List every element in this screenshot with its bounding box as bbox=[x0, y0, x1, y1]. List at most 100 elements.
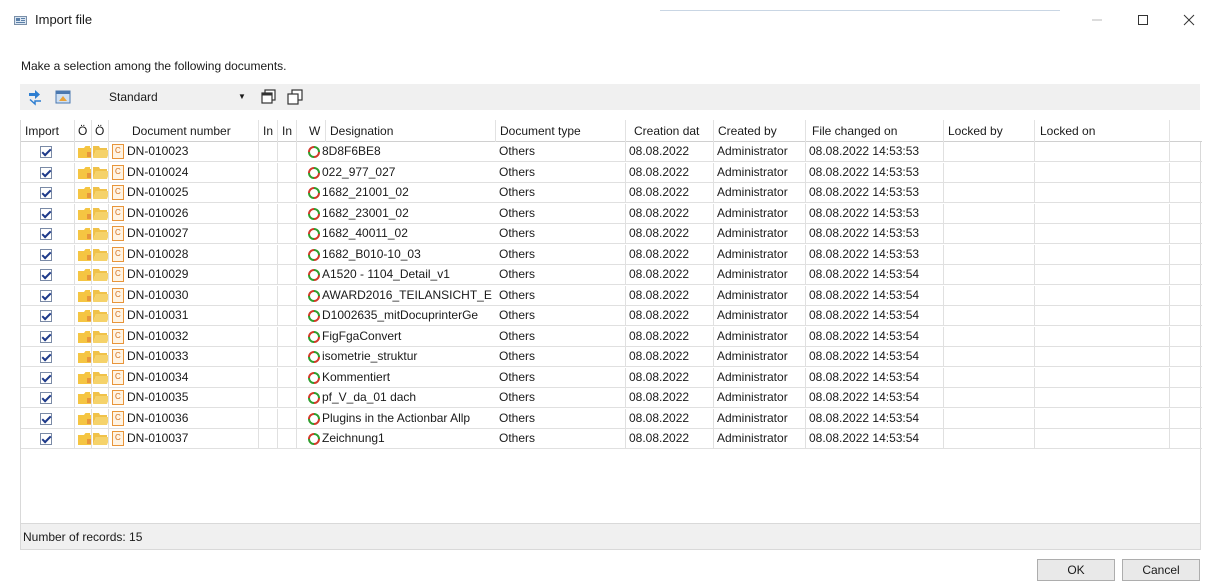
maximize-button[interactable] bbox=[1120, 0, 1166, 40]
col-header-open-2[interactable]: Ö bbox=[92, 120, 109, 142]
folder-icon[interactable] bbox=[78, 228, 92, 240]
minimize-button[interactable] bbox=[1074, 0, 1120, 40]
table-row[interactable]: C DN-010034 Kommentiert Others 08.08.2022 Adm… bbox=[21, 367, 1202, 388]
folder-open-icon[interactable] bbox=[93, 146, 109, 158]
table-row[interactable]: C DN-010036 Plugins in the Actionbar Allp O… bbox=[21, 408, 1202, 429]
table-row[interactable]: C DN-010027 1682_40011_02 Others 08.08.2022 A… bbox=[21, 224, 1202, 244]
import-checkbox[interactable] bbox=[40, 392, 52, 404]
col-header-import[interactable]: Import bbox=[21, 120, 75, 142]
restore-windows-icon[interactable] bbox=[286, 88, 304, 106]
folder-icon[interactable] bbox=[78, 310, 92, 322]
import-checkbox[interactable] bbox=[40, 269, 52, 281]
table-row[interactable]: C DN-010028 1682_B010-10_03 Others 08.08.202… bbox=[21, 244, 1202, 265]
import-checkbox[interactable] bbox=[40, 310, 52, 322]
folder-icon[interactable] bbox=[78, 166, 92, 179]
table-row[interactable]: C DN-010037 Zeichnung1 Others 08.08.2022 Admi… bbox=[21, 429, 1202, 449]
col-header-locked-by[interactable]: Locked by bbox=[944, 120, 1035, 142]
import-checkbox[interactable] bbox=[40, 330, 52, 343]
in-cell-2 bbox=[278, 203, 297, 224]
table-row[interactable]: C DN-010030 AWARD2016_TEILANSICHT_E Others 0… bbox=[21, 285, 1202, 306]
import-checkbox[interactable] bbox=[40, 371, 52, 384]
folder-open-icon[interactable] bbox=[93, 392, 109, 404]
folder-icon[interactable] bbox=[78, 146, 92, 158]
designation: 1682_40011_02 bbox=[322, 226, 408, 240]
import-checkbox[interactable] bbox=[40, 248, 52, 261]
col-header-document-number[interactable]: Document number bbox=[109, 120, 259, 142]
import-checkbox[interactable] bbox=[40, 207, 52, 220]
locked-by bbox=[944, 265, 1035, 285]
col-header-locked-on[interactable]: Locked on bbox=[1035, 120, 1170, 142]
refresh-arrows-icon[interactable] bbox=[26, 88, 44, 106]
cancel-button[interactable]: Cancel bbox=[1122, 559, 1200, 581]
folder-icon[interactable] bbox=[78, 269, 92, 281]
open-cell-1 bbox=[75, 285, 92, 306]
table-row[interactable]: C DN-010026 1682_23001_02 Others 08.08.2022 A… bbox=[21, 203, 1202, 224]
folder-open-icon[interactable] bbox=[93, 330, 109, 343]
creation-date: 08.08.2022 bbox=[626, 388, 714, 408]
table-row[interactable]: C DN-010032 FigFgaConvert Others 08.08.2022 A… bbox=[21, 326, 1202, 347]
close-button[interactable] bbox=[1166, 0, 1212, 40]
folder-open-icon[interactable] bbox=[93, 351, 109, 363]
folder-icon[interactable] bbox=[78, 289, 92, 302]
import-checkbox[interactable] bbox=[40, 289, 52, 302]
import-checkbox[interactable] bbox=[40, 351, 52, 363]
table-row[interactable]: C DN-010023 8D8F6BE8 Others 08.08.2022 Admini… bbox=[21, 142, 1202, 162]
folder-open-icon[interactable] bbox=[93, 269, 109, 281]
table-row[interactable]: C DN-010033 isometrie_struktur Others 08.08.… bbox=[21, 347, 1202, 367]
col-header-in-2[interactable]: In bbox=[278, 120, 297, 142]
folder-open-icon[interactable] bbox=[93, 248, 109, 261]
folder-open-icon[interactable] bbox=[93, 433, 109, 445]
col-header-in-1[interactable]: In bbox=[259, 120, 278, 142]
folder-open-icon[interactable] bbox=[93, 412, 109, 425]
folder-open-icon[interactable] bbox=[93, 166, 109, 179]
folder-open-icon[interactable] bbox=[93, 207, 109, 220]
folder-open-icon[interactable] bbox=[93, 310, 109, 322]
copy-windows-icon[interactable] bbox=[260, 88, 278, 106]
filler-cell bbox=[1170, 265, 1202, 285]
document-number-cell: C DN-010027 bbox=[109, 224, 259, 244]
document-icon: C bbox=[112, 349, 124, 364]
folder-icon[interactable] bbox=[78, 207, 92, 220]
folder-icon[interactable] bbox=[78, 330, 92, 343]
col-header-created-by[interactable]: Created by bbox=[714, 120, 806, 142]
col-header-filler bbox=[1170, 120, 1202, 142]
import-cell bbox=[21, 183, 75, 203]
import-checkbox[interactable] bbox=[40, 166, 52, 179]
ok-button[interactable]: OK bbox=[1037, 559, 1115, 581]
col-header-w[interactable]: W bbox=[297, 120, 326, 142]
designation-cell: 1682_21001_02 bbox=[297, 183, 496, 203]
table-row[interactable]: C DN-010029 A1520 - 1104_Detail_v1 Others 08… bbox=[21, 265, 1202, 285]
designation: 8D8F6BE8 bbox=[322, 144, 381, 158]
import-checkbox[interactable] bbox=[40, 228, 52, 240]
import-checkbox[interactable] bbox=[40, 146, 52, 158]
folder-open-icon[interactable] bbox=[93, 371, 109, 384]
col-header-creation-date[interactable]: Creation dat bbox=[626, 120, 714, 142]
folder-open-icon[interactable] bbox=[93, 289, 109, 302]
folder-icon[interactable] bbox=[78, 433, 92, 445]
sync-icon bbox=[308, 412, 320, 425]
col-header-document-type[interactable]: Document type bbox=[496, 120, 626, 142]
table-row[interactable]: C DN-010035 pf_V_da_01 dach Others 08.08.202… bbox=[21, 388, 1202, 408]
folder-icon[interactable] bbox=[78, 412, 92, 425]
folder-open-icon[interactable] bbox=[93, 228, 109, 240]
folder-icon[interactable] bbox=[78, 248, 92, 261]
import-checkbox[interactable] bbox=[40, 433, 52, 445]
col-header-file-changed-on[interactable]: File changed on bbox=[806, 120, 944, 142]
view-selector[interactable]: Standard ▼ bbox=[109, 89, 269, 106]
col-header-designation[interactable]: Designation bbox=[326, 120, 496, 142]
folder-icon[interactable] bbox=[78, 392, 92, 404]
document-icon: C bbox=[112, 267, 124, 282]
import-checkbox[interactable] bbox=[40, 187, 52, 199]
file-changed-on: 08.08.2022 14:53:53 bbox=[806, 244, 944, 265]
table-row[interactable]: C DN-010024 022_977_027 Others 08.08.2022 Adm… bbox=[21, 162, 1202, 183]
col-header-open-1[interactable]: Ö bbox=[75, 120, 92, 142]
import-checkbox[interactable] bbox=[40, 412, 52, 425]
folder-icon[interactable] bbox=[78, 371, 92, 384]
table-row[interactable]: C DN-010031 D1002635_mitDocuprinterGe Other… bbox=[21, 306, 1202, 326]
view-settings-icon[interactable] bbox=[54, 88, 72, 106]
folder-icon[interactable] bbox=[78, 351, 92, 363]
folder-icon[interactable] bbox=[78, 187, 92, 199]
folder-open-icon[interactable] bbox=[93, 187, 109, 199]
document-number-cell: C DN-010030 bbox=[109, 285, 259, 306]
table-row[interactable]: C DN-010025 1682_21001_02 Others 08.08.2022 A… bbox=[21, 183, 1202, 203]
